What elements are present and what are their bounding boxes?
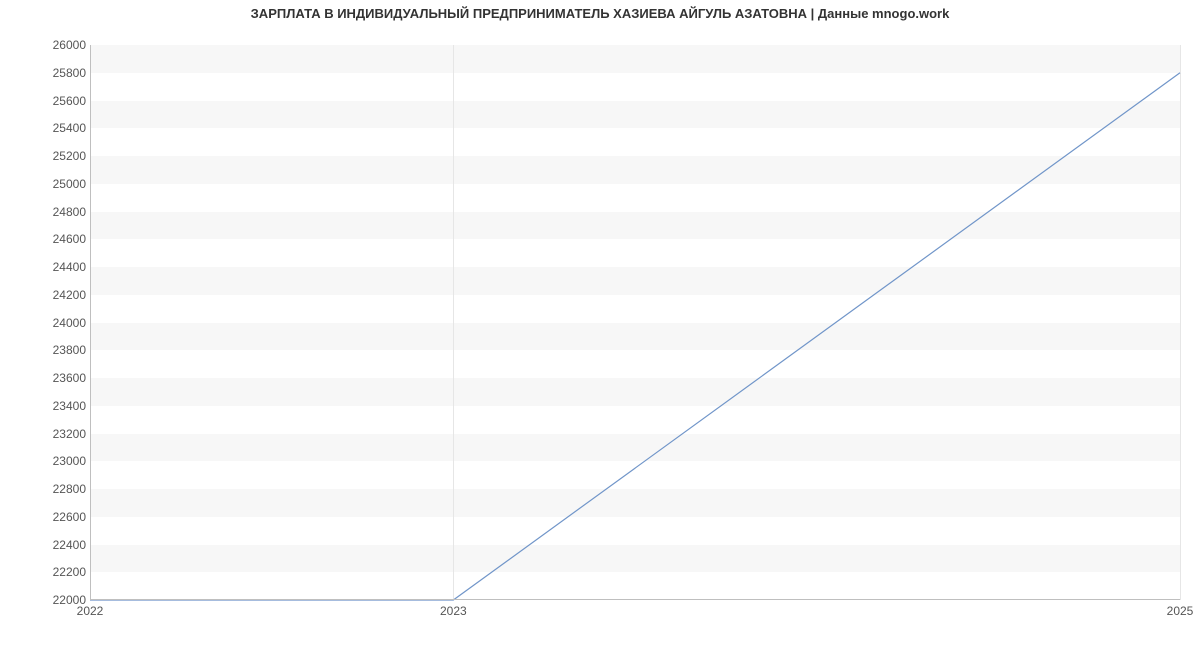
salary-line-chart: ЗАРПЛАТА В ИНДИВИДУАЛЬНЫЙ ПРЕДПРИНИМАТЕЛ… <box>0 0 1200 650</box>
y-tick-label: 25600 <box>36 94 86 108</box>
y-tick-label: 24800 <box>36 205 86 219</box>
y-tick-label: 22600 <box>36 510 86 524</box>
chart-svg <box>90 45 1180 600</box>
y-tick-label: 22800 <box>36 482 86 496</box>
x-tick-label: 2025 <box>1167 604 1194 618</box>
y-tick-label: 23800 <box>36 343 86 357</box>
y-tick-label: 24600 <box>36 232 86 246</box>
y-tick-label: 23600 <box>36 371 86 385</box>
y-axis-line <box>90 45 91 600</box>
y-tick-label: 25000 <box>36 177 86 191</box>
y-tick-label: 25800 <box>36 66 86 80</box>
y-tick-label: 23000 <box>36 454 86 468</box>
y-tick-label: 25200 <box>36 149 86 163</box>
y-tick-label: 23400 <box>36 399 86 413</box>
x-tick-label: 2022 <box>77 604 104 618</box>
y-tick-label: 23200 <box>36 427 86 441</box>
salary-series-line <box>90 73 1180 600</box>
y-tick-label: 22400 <box>36 538 86 552</box>
chart-title: ЗАРПЛАТА В ИНДИВИДУАЛЬНЫЙ ПРЕДПРИНИМАТЕЛ… <box>0 6 1200 21</box>
y-tick-label: 25400 <box>36 121 86 135</box>
y-tick-label: 24400 <box>36 260 86 274</box>
x-tick-label: 2023 <box>440 604 467 618</box>
x-axis-line <box>90 599 1180 600</box>
y-tick-label: 26000 <box>36 38 86 52</box>
y-tick-label: 22200 <box>36 565 86 579</box>
y-tick-label: 24000 <box>36 316 86 330</box>
plot-area <box>90 45 1180 600</box>
v-gridline <box>1180 45 1181 600</box>
y-tick-label: 24200 <box>36 288 86 302</box>
